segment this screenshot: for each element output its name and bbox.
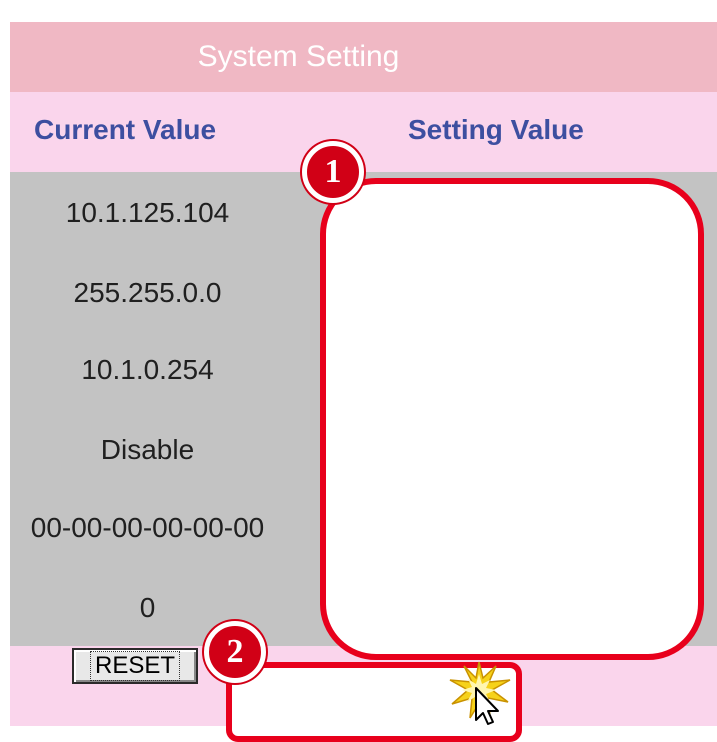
column-header-row: Current Value Setting Value <box>10 92 717 172</box>
click-cursor-icon <box>449 661 511 725</box>
system-setting-panel: System Setting Current Value Setting Val… <box>0 0 717 742</box>
panel-title: System Setting <box>10 22 717 92</box>
reset-button[interactable]: RESET <box>72 648 198 684</box>
setting-value-header: Setting Value <box>408 114 584 145</box>
setting-value-highlight-area <box>320 178 704 660</box>
current-gateway: 10.1.0.254 <box>81 354 214 385</box>
current-value-zero: 0 <box>139 592 156 623</box>
current-subnet-mask: 255.255.0.0 <box>73 277 222 308</box>
current-mac-address: 00-00-00-00-00-00 <box>30 512 265 543</box>
callout-badge-1: 1 <box>302 141 364 203</box>
callout-badge-2: 2 <box>204 621 266 683</box>
current-value-header: Current Value <box>34 114 217 145</box>
current-ip-address: 10.1.125.104 <box>65 197 230 228</box>
reset-button-label: RESET <box>89 651 180 681</box>
current-dhcp: Disable <box>100 434 195 465</box>
